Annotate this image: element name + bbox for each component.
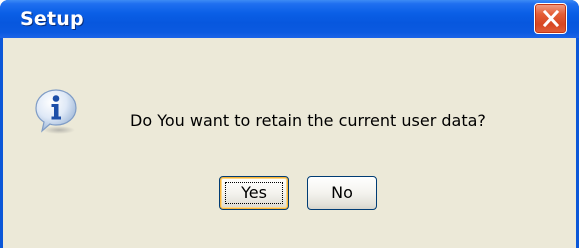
no-button[interactable]: No [307,176,377,210]
yes-button[interactable]: Yes [219,176,289,210]
close-icon [542,9,560,28]
dialog-message: Do You want to retain the current user d… [130,111,486,130]
dialog-body: Do You want to retain the current user d… [3,38,576,248]
info-icon [35,89,77,134]
dialog-window: Setup Do You want to retain the current … [0,0,579,248]
close-button[interactable] [534,3,567,34]
yes-button-label: Yes [241,183,267,202]
title-bar[interactable]: Setup [0,0,579,38]
no-button-label: No [331,183,353,202]
window-title: Setup [20,8,84,30]
